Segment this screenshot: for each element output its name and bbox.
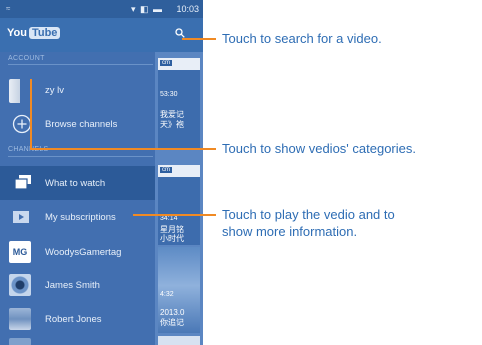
card-header: cm [158, 165, 200, 177]
video-duration: 4:32 [160, 291, 174, 298]
notification-icon: ≈ [6, 4, 11, 13]
sidebar-item-robert-jones[interactable]: Robert Jones [0, 303, 155, 335]
sidebar-item-woodysgamertag[interactable]: MG WoodysGamertag [0, 236, 155, 268]
channel-chip: cm [160, 167, 172, 173]
video-thumbnail: 53:30 我爱记 天》袍 [158, 70, 200, 150]
video-title-line: 天》袍 [160, 120, 184, 129]
status-bar: ≈ ▾ ◧ ▬ 10:03 [0, 0, 203, 18]
callout-play-line1: Touch to play the vedio and to [222, 207, 395, 222]
divider [8, 64, 153, 65]
callout-categories: Touch to show vedios' categories. [222, 141, 416, 156]
sidebar-item-label: What to watch [45, 178, 106, 189]
sidebar-item-label: Robert Jones [45, 314, 102, 325]
phone-screen: ≈ ▾ ◧ ▬ 10:03 You Tube ACCOUNT zy lv Brow… [0, 0, 203, 345]
video-thumbnail: 34:14 星月铭 小时代 [158, 177, 200, 245]
sidebar-item-label: WoodysGamertag [45, 247, 122, 258]
browse-channels-row[interactable]: Browse channels [0, 108, 155, 140]
logo-you-text: You [7, 27, 27, 39]
channel-avatar: MG [9, 241, 31, 263]
avatar [9, 79, 27, 103]
video-card-partial [158, 336, 200, 345]
video-duration: 34:14 [160, 215, 178, 222]
browse-channels-label: Browse channels [45, 119, 118, 130]
subscriptions-icon [13, 211, 29, 223]
video-duration: 53:30 [160, 91, 178, 98]
channel-avatar [9, 338, 31, 345]
card-header: cm [158, 58, 200, 70]
youtube-logo[interactable]: You Tube [7, 27, 61, 39]
account-row[interactable]: zy lv [0, 74, 155, 106]
stacked-windows-icon [14, 175, 31, 190]
video-title-line: 星月铭 [160, 225, 184, 234]
video-card[interactable]: 4:32 2013.0 你追记 [158, 247, 200, 333]
callout-line-play [133, 214, 216, 216]
callout-line-categories [30, 148, 216, 150]
sidebar-item-my-subscriptions[interactable]: My subscriptions [0, 201, 155, 233]
callout-play-line2: show more information. [222, 224, 358, 239]
account-section-label: ACCOUNT [8, 55, 45, 62]
channel-avatar [9, 274, 31, 296]
search-icon[interactable] [175, 28, 185, 38]
video-thumbnail: 4:32 2013.0 你追记 [158, 247, 200, 333]
account-name: zy lv [45, 85, 64, 96]
divider [8, 156, 153, 157]
plus-circle-icon [12, 114, 32, 134]
sidebar-item-what-to-watch[interactable]: What to watch [0, 166, 155, 200]
sidebar-item-label: My subscriptions [45, 212, 116, 223]
channel-avatar [9, 308, 31, 330]
video-card[interactable]: cm 53:30 我爱记 天》袍 [158, 58, 200, 150]
status-time: 10:03 [176, 4, 199, 14]
video-title-line: 2013.0 [160, 308, 185, 317]
sidebar-item-james-smith[interactable]: James Smith [0, 269, 155, 301]
logo-tube-text: Tube [28, 27, 61, 39]
video-title-line: 小时代 [160, 234, 184, 243]
video-card[interactable]: cm 34:14 星月铭 小时代 [158, 165, 200, 245]
app-bar: You Tube [0, 18, 203, 52]
callout-line-search [182, 38, 216, 40]
callout-line-categories-vertical [30, 79, 32, 149]
navigation-drawer: ACCOUNT zy lv Browse channels CHANNELS W… [0, 52, 155, 345]
sidebar-item-partial [0, 336, 155, 345]
video-title-line: 你追记 [160, 318, 184, 327]
video-title-line: 我爱记 [160, 110, 184, 119]
sidebar-item-label: James Smith [45, 280, 100, 291]
status-icons: ▾ ◧ ▬ [130, 4, 163, 14]
callout-search: Touch to search for a video. [222, 31, 382, 46]
channel-chip: cm [160, 60, 172, 66]
video-feed: cm 53:30 我爱记 天》袍 cm 34:14 星月铭 小时代 4:32 2… [155, 52, 203, 345]
